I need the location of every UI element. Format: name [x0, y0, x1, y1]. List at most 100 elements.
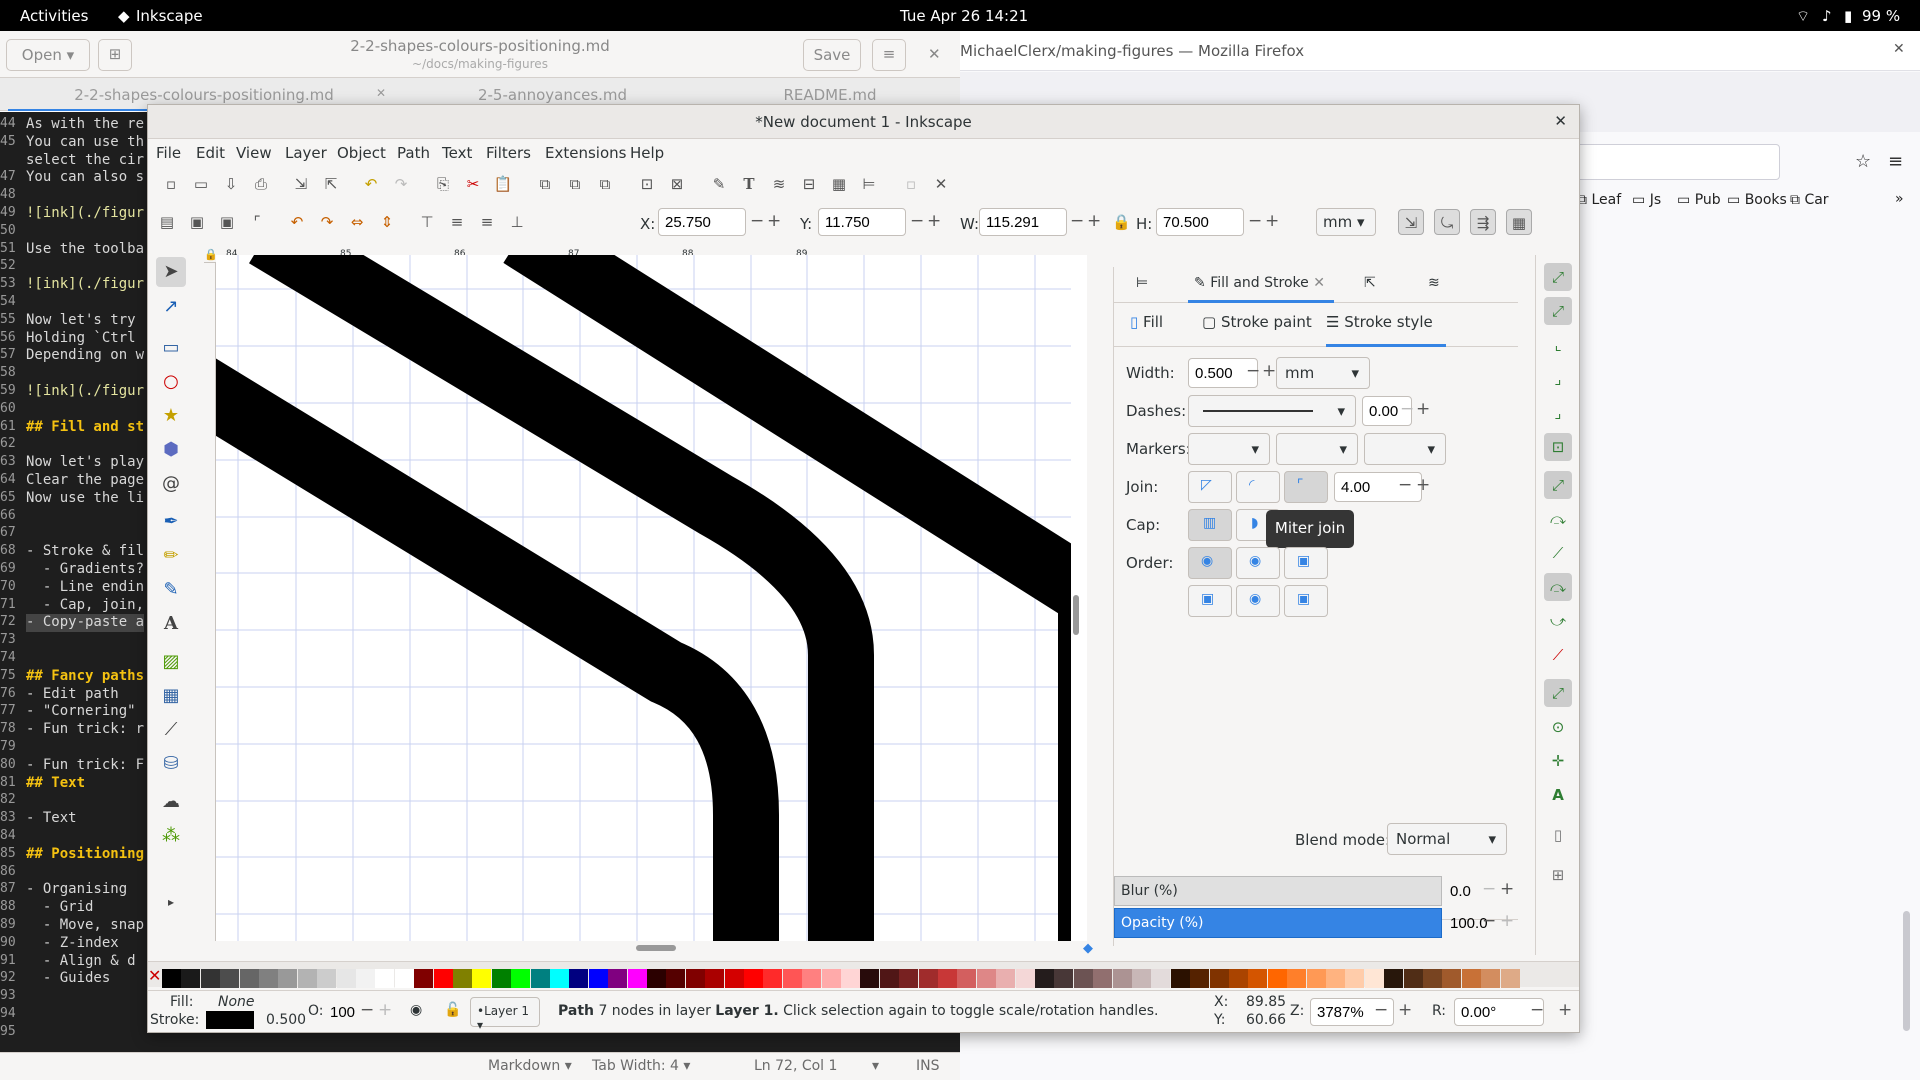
snap-bbox-corners-icon[interactable]: ⌟ — [1544, 365, 1572, 393]
star-tool-icon[interactable]: ★ — [156, 401, 186, 431]
menu-extensions[interactable]: Extensions — [545, 144, 626, 162]
open-icon[interactable]: ▭ — [188, 171, 214, 197]
color-swatch[interactable] — [1326, 969, 1345, 988]
group-icon[interactable]: ⊡ — [634, 171, 660, 197]
canvas-drawing[interactable] — [216, 255, 1087, 941]
tab-stroke-paint[interactable]: ▢ Stroke paint — [1202, 313, 1312, 331]
color-swatch[interactable] — [1384, 969, 1404, 988]
ungroup-icon[interactable]: ⊠ — [664, 171, 690, 197]
color-swatch[interactable] — [1248, 969, 1268, 988]
tweak-tool-icon[interactable]: ☁ — [156, 787, 186, 817]
color-swatch[interactable] — [860, 969, 880, 988]
color-swatch[interactable] — [336, 969, 356, 988]
color-swatch[interactable] — [1229, 969, 1248, 988]
new-tab-button[interactable]: ⊞ — [98, 39, 132, 71]
drawing-canvas[interactable] — [216, 255, 1087, 941]
menu-layer[interactable]: Layer — [285, 144, 327, 162]
bezier-tool-icon[interactable]: ✒ — [156, 507, 186, 537]
dropper-tool-icon[interactable]: ⟋ — [156, 715, 186, 745]
color-swatch[interactable] — [356, 969, 375, 988]
spiral-tool-icon[interactable]: @ — [156, 469, 186, 499]
color-swatch[interactable] — [976, 969, 996, 988]
snap-bbox-icon[interactable]: ⤢ — [1544, 297, 1572, 325]
menu-help[interactable]: Help — [630, 144, 664, 162]
color-swatch[interactable] — [938, 969, 957, 988]
color-swatch[interactable] — [1345, 969, 1365, 988]
color-swatch[interactable] — [472, 969, 492, 988]
color-swatch[interactable] — [1112, 969, 1132, 988]
color-manage-icon[interactable]: ◆ — [1083, 941, 1093, 956]
rotate-cw-icon[interactable]: ↷ — [314, 209, 340, 235]
bookmark-car[interactable]: ⧉ Car — [1790, 192, 1829, 208]
flip-vertical-icon[interactable]: ⇕ — [374, 209, 400, 235]
bevel-join-button[interactable]: ◸ — [1188, 471, 1232, 503]
color-swatch[interactable] — [550, 969, 569, 988]
zoom-in-button[interactable]: + — [1398, 1000, 1412, 1020]
order-stroke-markers-fill[interactable]: ◉ — [1236, 585, 1280, 617]
snap-others-icon[interactable]: ⤢ — [1544, 679, 1572, 707]
color-swatch[interactable] — [239, 969, 259, 988]
bookmark-js[interactable]: ▭ Js — [1632, 192, 1661, 208]
document-properties-tab-icon[interactable]: ⇱ — [1364, 275, 1376, 291]
node-tool-icon[interactable]: ↗ — [156, 292, 186, 322]
cut-icon[interactable]: ✂ — [460, 171, 486, 197]
fill-stroke-tab[interactable]: ✎ Fill and Stroke ✕ — [1188, 267, 1334, 303]
menu-object[interactable]: Object — [337, 144, 386, 162]
selector-tool-icon[interactable]: ➤ — [156, 257, 186, 287]
color-swatch[interactable] — [724, 969, 744, 988]
move-gradients-icon[interactable]: ⇶ — [1470, 209, 1496, 235]
paint-bucket-tool-icon[interactable]: ⛁ — [156, 749, 186, 779]
color-swatch[interactable] — [685, 969, 705, 988]
miter-increment-button[interactable]: + — [1416, 475, 1430, 495]
pencil-tool-icon[interactable]: ✏ — [156, 541, 186, 571]
move-patterns-icon[interactable]: ▦ — [1506, 209, 1532, 235]
color-swatch[interactable] — [1015, 969, 1035, 988]
calligraphy-tool-icon[interactable]: ✎ — [156, 575, 186, 605]
color-swatch[interactable] — [1132, 969, 1151, 988]
mid-marker-dropdown[interactable]: ▾ — [1276, 433, 1358, 465]
color-swatch[interactable] — [278, 969, 298, 988]
menu-filters[interactable]: Filters — [486, 144, 531, 162]
unit-dropdown[interactable]: mm ▾ — [1316, 208, 1376, 236]
offset-decrement-button[interactable]: − — [1400, 399, 1414, 419]
select-all-icon[interactable]: ▤ — [154, 209, 180, 235]
layers-tab-icon[interactable]: ≋ — [1428, 275, 1440, 291]
x-increment-button[interactable]: + — [767, 211, 781, 231]
layer-visibility-icon[interactable]: ◉ — [410, 1002, 422, 1018]
color-swatch[interactable] — [1035, 969, 1054, 988]
select-same-icon[interactable]: ▣ — [214, 209, 240, 235]
y-decrement-button[interactable]: − — [910, 211, 924, 231]
more-bookmarks-icon[interactable]: » — [1895, 191, 1904, 207]
undo-icon[interactable]: ↶ — [358, 171, 384, 197]
y-field[interactable] — [818, 208, 906, 236]
ellipse-tool-icon[interactable]: ○ — [156, 367, 186, 397]
raise-icon[interactable]: ≡ — [444, 209, 470, 235]
color-swatch[interactable] — [918, 969, 938, 988]
color-swatch[interactable] — [1500, 969, 1520, 988]
scale-corners-icon[interactable]: ⤿ — [1434, 209, 1460, 235]
dash-pattern-dropdown[interactable]: ▾ — [1188, 395, 1356, 427]
color-swatch[interactable] — [1151, 969, 1171, 988]
language-selector[interactable]: Markdown ▾ — [488, 1058, 572, 1074]
color-swatch[interactable] — [297, 969, 317, 988]
opacity-slider[interactable]: Opacity (%) — [1114, 908, 1442, 938]
snap-paths-icon[interactable]: ⤼ — [1544, 505, 1572, 533]
paste-icon[interactable]: 📋 — [490, 171, 516, 197]
copy-icon[interactable]: ⎘ — [430, 171, 456, 197]
lower-icon[interactable]: ≡ — [474, 209, 500, 235]
volume-icon[interactable]: ♪ — [1822, 7, 1832, 25]
snap-object-centers-icon[interactable]: ⊙ — [1544, 713, 1572, 741]
unlink-clone-icon[interactable]: ⧉ — [592, 171, 618, 197]
color-swatch[interactable] — [627, 969, 647, 988]
start-marker-dropdown[interactable]: ▾ — [1188, 433, 1270, 465]
butt-cap-button[interactable]: ▥ — [1188, 509, 1232, 541]
menu-view[interactable]: View — [236, 144, 272, 162]
align-icon[interactable]: ⊨ — [856, 171, 882, 197]
bookmark-star-icon[interactable]: ☆ — [1855, 151, 1871, 172]
bookmark-books[interactable]: ▭ Books — [1727, 192, 1787, 208]
color-swatch[interactable] — [375, 969, 395, 988]
color-swatch[interactable] — [530, 969, 550, 988]
order-fill-markers-stroke[interactable]: ▣ — [1284, 547, 1328, 579]
color-swatch[interactable] — [1190, 969, 1210, 988]
color-swatch[interactable] — [608, 969, 628, 988]
